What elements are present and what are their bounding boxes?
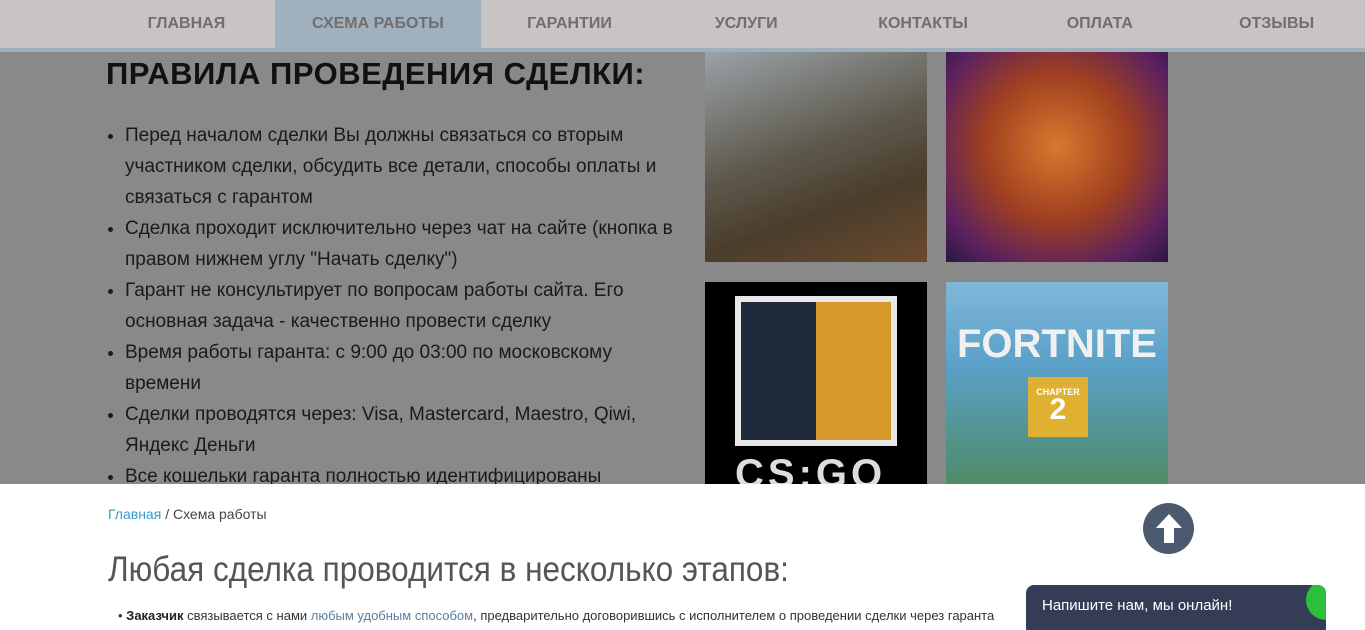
tank-game-image[interactable] [705, 52, 927, 262]
csgo-image[interactable]: CS:GO [705, 282, 927, 484]
fortnite-image[interactable]: FORTNITE CHAPTER 2 [946, 282, 1168, 484]
nav-services[interactable]: УСЛУГИ [658, 0, 835, 48]
rules-list: Перед началом сделки Вы должны связаться… [125, 120, 685, 484]
rule-item: Все кошельки гаранта полностью идентифиц… [125, 461, 685, 484]
csgo-logo: CS:GO [735, 452, 887, 484]
rules-title: ПРАВИЛА ПРОВЕДЕНИЯ СДЕЛКИ: [106, 56, 646, 91]
step-text: , предварительно договорившись с исполни… [473, 608, 995, 623]
scroll-top-button[interactable] [1143, 503, 1194, 554]
chat-widget[interactable]: Напишите нам, мы онлайн! [1026, 585, 1326, 630]
breadcrumb-sep: / [165, 506, 170, 522]
chapter-number: 2 [1049, 393, 1067, 426]
fortnite-logo: FORTNITE [957, 322, 1157, 366]
online-indicator [1306, 585, 1326, 620]
nav-contacts[interactable]: КОНТАКТЫ [835, 0, 1012, 48]
breadcrumb-current: Схема работы [172, 506, 267, 522]
rule-item: Гарант не консультирует по вопросам рабо… [125, 275, 685, 337]
nav-reviews[interactable]: ОТЗЫВЫ [1188, 0, 1365, 48]
step-bold: Заказчик [126, 608, 184, 623]
rule-item: Сделка проходит исключительно через чат … [125, 213, 685, 275]
rules-section: ПРАВИЛА ПРОВЕДЕНИЯ СДЕЛКИ: Перед началом… [0, 52, 1365, 484]
chat-label: Напишите нам, мы онлайн! [1042, 597, 1233, 614]
fantasy-game-image[interactable] [946, 52, 1168, 262]
page-heading: Любая сделка проводится в несколько этап… [108, 550, 789, 589]
rule-item: Время работы гаранта: с 9:00 до 03:00 по… [125, 337, 685, 399]
top-nav: ГЛАВНАЯ СХЕМА РАБОТЫ ГАРАНТИИ УСЛУГИ КОН… [0, 0, 1365, 52]
breadcrumb: Главная / Схема работы [108, 506, 267, 522]
arrow-up-icon [1155, 513, 1182, 543]
nav-home[interactable]: ГЛАВНАЯ [98, 0, 275, 48]
step-text: связывается с нами [183, 608, 311, 623]
step-item: • Заказчик связывается с нами любым удоб… [118, 608, 995, 623]
rule-item: Сделки проводятся через: Visa, Mastercar… [125, 399, 685, 461]
nav-payment[interactable]: ОПЛАТА [1011, 0, 1188, 48]
rule-item: Перед началом сделки Вы должны связаться… [125, 120, 685, 213]
breadcrumb-home[interactable]: Главная [108, 506, 161, 522]
nav-scheme[interactable]: СХЕМА РАБОТЫ [274, 0, 482, 48]
nav-guarantees[interactable]: ГАРАНТИИ [481, 0, 658, 48]
contact-link[interactable]: любым удобным способом [311, 608, 473, 623]
